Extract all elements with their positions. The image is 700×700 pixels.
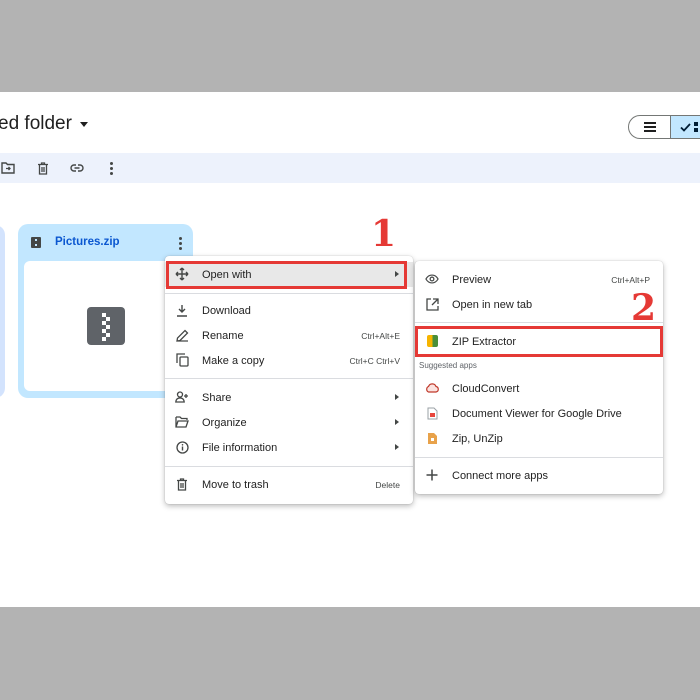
card-file-name: Pictures.zip	[55, 236, 120, 248]
cloudconvert-app-icon	[425, 381, 439, 395]
trash-button[interactable]	[34, 159, 52, 177]
menu-item-move-to-trash[interactable]: Move to trash Delete	[165, 472, 413, 497]
menu-divider	[415, 322, 663, 323]
move-to-folder-icon	[1, 162, 15, 174]
step-number-2: 2	[631, 287, 657, 329]
menu-divider	[415, 457, 663, 458]
trash-icon	[38, 161, 48, 175]
submenu-item-label: Zip, UnZip	[452, 432, 503, 445]
card-header: Pictures.zip	[18, 224, 193, 260]
highlight-box-zip-extractor	[415, 326, 663, 357]
menu-item-label: Download	[202, 304, 251, 317]
zip-archive-icon	[87, 307, 125, 345]
open-in-new-icon	[425, 297, 439, 311]
shortcut-text: Ctrl+Alt+E	[361, 330, 400, 341]
check-icon	[680, 122, 691, 132]
copy-icon	[175, 353, 189, 367]
menu-item-label: Organize	[202, 416, 247, 429]
selection-toolbar	[0, 153, 700, 183]
info-icon	[175, 440, 189, 454]
more-vert-icon	[109, 161, 113, 165]
chevron-right-icon	[395, 419, 399, 425]
folder-open-icon	[175, 415, 189, 429]
menu-divider	[165, 293, 413, 294]
menu-item-label: File information	[202, 441, 278, 454]
menu-divider	[165, 466, 413, 467]
submenu-item-label: Open in new tab	[452, 298, 533, 311]
open-with-submenu: Preview Ctrl+Alt+P Open in new tab ZIP E…	[415, 261, 663, 494]
zip-unzip-app-icon	[425, 431, 439, 445]
submenu-item-connect-more-apps[interactable]: Connect more apps	[415, 463, 663, 488]
step-number-1: 1	[371, 213, 397, 255]
shortcut-text: Delete	[375, 479, 400, 490]
drive-window: ed folder Pictures.zip Open with Downloa…	[0, 92, 700, 607]
submenu-item-zip-unzip[interactable]: Zip, UnZip	[415, 426, 663, 451]
submenu-item-label: Connect more apps	[452, 469, 548, 482]
plus-icon	[425, 468, 439, 482]
menu-item-label: Make a copy	[202, 354, 265, 367]
context-menu: Open with Download Rename Ctrl+Alt+E Mak…	[165, 256, 413, 504]
shortcut-text: Ctrl+C Ctrl+V	[349, 355, 400, 366]
card-more-button[interactable]	[178, 237, 182, 250]
list-icon	[643, 122, 656, 132]
menu-item-file-information[interactable]: File information	[165, 435, 413, 460]
copy-link-button[interactable]	[68, 159, 86, 177]
chevron-right-icon	[395, 444, 399, 450]
download-icon	[175, 303, 189, 317]
menu-item-label: Share	[202, 391, 232, 404]
submenu-item-preview[interactable]: Preview Ctrl+Alt+P	[415, 267, 663, 292]
chevron-right-icon	[395, 394, 399, 400]
submenu-item-open-in-new-tab[interactable]: Open in new tab	[415, 292, 663, 317]
person-add-icon	[175, 390, 189, 404]
folder-title: ed folder	[0, 113, 72, 134]
grid-icon	[694, 122, 698, 132]
zip-file-icon	[31, 236, 41, 248]
menu-divider	[165, 378, 413, 379]
folder-title-dropdown[interactable]: ed folder	[0, 113, 88, 135]
grid-view-button[interactable]	[671, 116, 700, 138]
menu-item-share[interactable]: Share	[165, 385, 413, 410]
trash-icon	[175, 477, 189, 491]
submenu-item-label: Document Viewer for Google Drive	[452, 407, 622, 420]
eye-icon	[425, 272, 439, 286]
list-view-button[interactable]	[629, 116, 671, 138]
file-card-partial[interactable]	[0, 225, 5, 398]
suggested-apps-label: Suggested apps	[419, 361, 477, 370]
menu-item-organize[interactable]: Organize	[165, 410, 413, 435]
shortcut-text: Ctrl+Alt+P	[611, 274, 650, 285]
pencil-icon	[175, 328, 189, 342]
menu-item-download[interactable]: Download	[165, 298, 413, 323]
link-icon	[70, 164, 84, 172]
more-vert-icon	[178, 237, 182, 240]
document-viewer-app-icon	[425, 406, 439, 420]
menu-item-make-a-copy[interactable]: Make a copy Ctrl+C Ctrl+V	[165, 348, 413, 373]
view-toggle	[628, 115, 700, 139]
caret-down-icon	[79, 121, 88, 127]
menu-item-label: Rename	[202, 329, 244, 342]
submenu-item-document-viewer[interactable]: Document Viewer for Google Drive	[415, 401, 663, 426]
more-actions-button[interactable]	[102, 159, 120, 177]
menu-item-label: Move to trash	[202, 478, 269, 491]
submenu-item-label: Preview	[452, 273, 492, 286]
menu-item-rename[interactable]: Rename Ctrl+Alt+E	[165, 323, 413, 348]
submenu-item-cloudconvert[interactable]: CloudConvert	[415, 376, 663, 401]
highlight-box-open-with	[166, 261, 407, 289]
submenu-item-label: CloudConvert	[452, 382, 520, 395]
move-to-folder-button[interactable]	[0, 159, 17, 177]
file-thumbnail	[24, 261, 187, 391]
